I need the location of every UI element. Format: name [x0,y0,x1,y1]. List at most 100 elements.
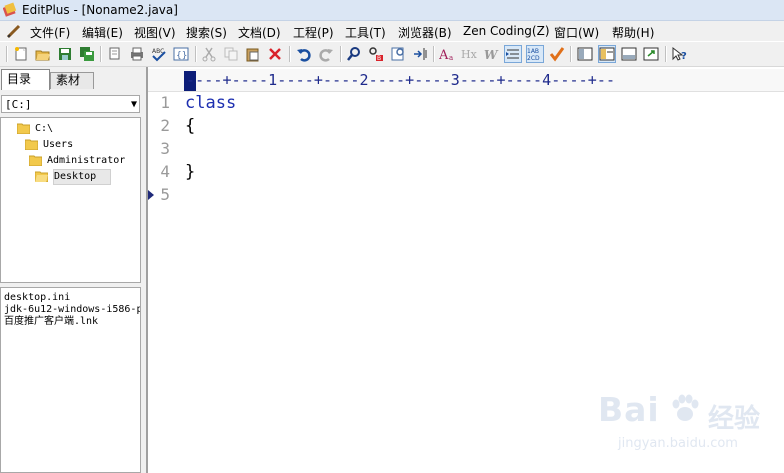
toolbar-separator [340,46,342,62]
cliptext-window-icon[interactable] [598,45,616,63]
find-icon[interactable] [346,46,362,62]
svg-text:Hx: Hx [461,48,477,61]
code-editor[interactable]: ----+----1----+----2----+----3----+----4… [148,67,784,473]
cut-icon[interactable] [201,46,217,62]
paste-icon[interactable] [245,46,261,62]
tree-item-label: Desktop [53,169,112,185]
toolbar-separator [570,46,572,62]
svg-text:a: a [449,54,453,62]
spell-check-icon[interactable]: ABC [151,46,167,62]
code-text[interactable]: { [185,116,195,136]
code-line[interactable]: 1 class [148,93,784,116]
line-number-toggle-icon[interactable] [504,45,522,63]
folder-icon [25,139,38,150]
output-window-icon[interactable] [621,46,637,62]
open-folder-icon [35,171,48,182]
line-number: 4 [160,162,170,181]
save-icon[interactable] [57,46,73,62]
watermark-site: 经验 [708,404,761,434]
directory-panel: 目录 素材 [C:] ▼ C:\ Users Administrator Des… [0,67,148,473]
svg-text:{}: {} [176,51,187,61]
current-line-arrow-icon [148,190,154,200]
baidu-jingyan-watermark: Bai 经验 jingyan.baidu.com [598,388,778,468]
window-title: EditPlus - [Noname2.java] [22,3,178,17]
line-number: 3 [160,139,170,158]
goto-line-icon[interactable] [412,46,428,62]
redo-icon[interactable] [318,46,334,62]
drive-select-value: [C:] [5,98,32,111]
toolbar-separator [6,46,8,62]
tree-item-label: C:\ [35,123,54,134]
menu-tools[interactable]: 工具(T) [345,24,386,41]
toolbar-separator [195,46,197,62]
folder-icon [29,155,42,166]
file-item[interactable]: 百度推广客户端.lnk [4,316,98,328]
delete-icon[interactable] [267,46,283,62]
menu-bar: 文件(F) 编辑(E) 视图(V) 搜索(S) 文档(D) 工程(P) 工具(T… [0,21,784,41]
menu-zen-coding[interactable]: Zen Coding(Z) [463,24,550,38]
svg-text:W: W [484,48,499,62]
file-list[interactable]: desktop.ini jdk-6u12-windows-i586-p 百度推广… [0,287,141,473]
watermark-brand: Bai [598,390,660,429]
menu-edit[interactable]: 编辑(E) [82,24,123,41]
save-all-icon[interactable] [79,46,95,62]
new-file-icon[interactable] [13,46,29,62]
svg-text:1AB: 1AB [527,48,539,55]
folder-tree[interactable]: C:\ Users Administrator Desktop [0,117,141,283]
undo-icon[interactable] [296,46,312,62]
code-line[interactable]: 2 { [148,116,784,139]
watermark-url: jingyan.baidu.com [618,436,738,451]
replace-icon[interactable]: B [368,46,384,62]
toolbar: ABC {} B Aa Hx W 1AB 2CD ? [0,42,784,67]
line-number: 1 [160,93,170,112]
editplus-app-icon [3,2,17,17]
open-file-icon[interactable] [35,46,51,62]
file-item[interactable]: desktop.ini [4,292,70,304]
svg-text:B: B [377,55,381,62]
ruler-toggle-icon[interactable]: 1AB 2CD [526,45,544,63]
tab-cliptext[interactable]: 素材 [50,72,94,89]
menu-file[interactable]: 文件(F) [30,24,70,41]
check-icon[interactable] [549,46,565,62]
menu-project[interactable]: 工程(P) [293,24,334,41]
code-text[interactable]: } [185,162,195,182]
fullscreen-icon[interactable] [643,46,659,62]
drive-select[interactable]: [C:] ▼ [1,95,140,113]
code-text[interactable]: class [185,93,236,113]
print-preview-icon[interactable] [107,46,123,62]
find-in-files-icon[interactable] [390,46,406,62]
column-ruler: ----+----1----+----2----+----3----+----4… [148,69,784,92]
svg-text:2CD: 2CD [527,55,540,62]
toolbar-separator [289,46,291,62]
font-icon[interactable]: Aa [439,46,455,62]
menu-window[interactable]: 窗口(W) [554,24,599,41]
copy-icon[interactable] [223,46,239,62]
folder-icon [17,123,30,134]
print-icon[interactable] [129,46,145,62]
code-line[interactable]: 3 [148,139,784,162]
toolbar-separator [100,46,102,62]
svg-text:A: A [439,48,449,62]
heading-icon[interactable]: Hx [461,46,477,62]
menu-document[interactable]: 文档(D) [238,24,281,41]
toolbar-separator [433,46,435,62]
file-item[interactable]: jdk-6u12-windows-i586-p [4,304,140,316]
code-line[interactable]: 4 } [148,162,784,185]
context-help-icon[interactable]: ? [671,46,687,62]
title-bar: EditPlus - [Noname2.java] [0,0,784,21]
svg-text:?: ? [681,51,687,62]
word-wrap-icon[interactable]: W [483,46,499,62]
menu-view[interactable]: 视图(V) [134,24,176,41]
menu-search[interactable]: 搜索(S) [186,24,227,41]
code-line[interactable]: 5 [148,185,784,208]
tree-item-label: Users [43,139,74,150]
tree-item-label: Administrator [47,155,126,166]
chevron-down-icon[interactable]: ▼ [131,96,137,114]
menu-browser[interactable]: 浏览器(B) [398,24,452,41]
directory-window-icon[interactable] [577,46,593,62]
tab-directory[interactable]: 目录 [1,69,50,90]
paw-icon [672,394,699,421]
browser-preview-icon[interactable]: {} [173,46,189,62]
toolbar-separator [665,46,667,62]
menu-help[interactable]: 帮助(H) [612,24,654,41]
